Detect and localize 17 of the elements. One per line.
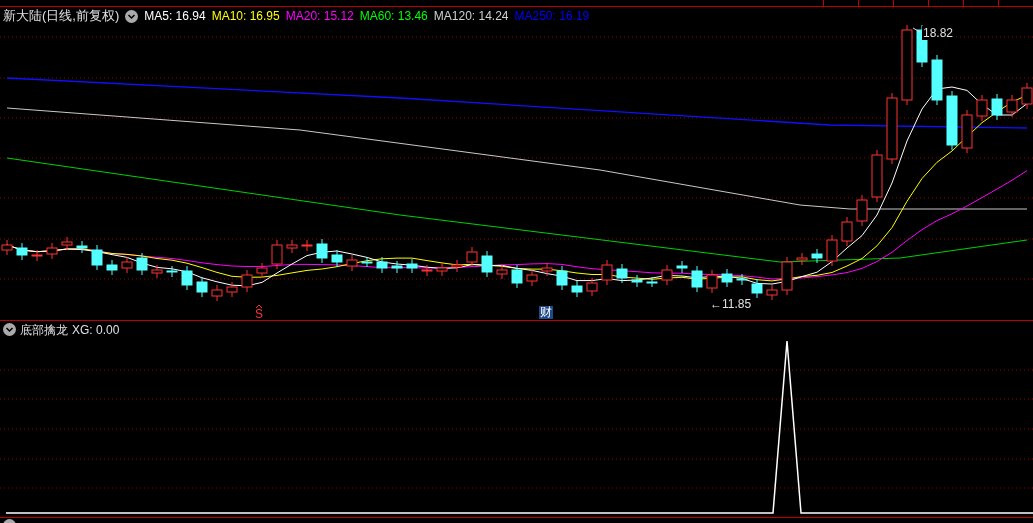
- moving-average-value: MA10: 16.95: [211, 8, 280, 25]
- signal-marker: 财: [539, 306, 553, 319]
- high-price-label: 18.82: [922, 26, 955, 40]
- moving-average-value: MA5: 16.94: [144, 8, 206, 25]
- moving-average-value: MA20: 15.12: [285, 8, 354, 25]
- moving-average-value: MA120: 14.24: [433, 8, 509, 25]
- moving-average-value: MA60: 13.46: [359, 8, 428, 25]
- indicator-title: 底部擒龙: [20, 321, 68, 339]
- caret-icon: [256, 305, 262, 308]
- low-price-label: ←11.85: [709, 297, 753, 311]
- leader-line: [912, 27, 921, 33]
- chevron-down-icon[interactable]: [3, 323, 16, 336]
- indicator-value: XG: 0.00: [72, 321, 120, 339]
- stock-title: 新大陆(日线,前复权): [3, 7, 120, 26]
- moving-average-value: MA250: 16.19: [514, 8, 590, 25]
- chevron-down-icon[interactable]: [125, 9, 139, 23]
- signal-marker: S: [254, 305, 264, 321]
